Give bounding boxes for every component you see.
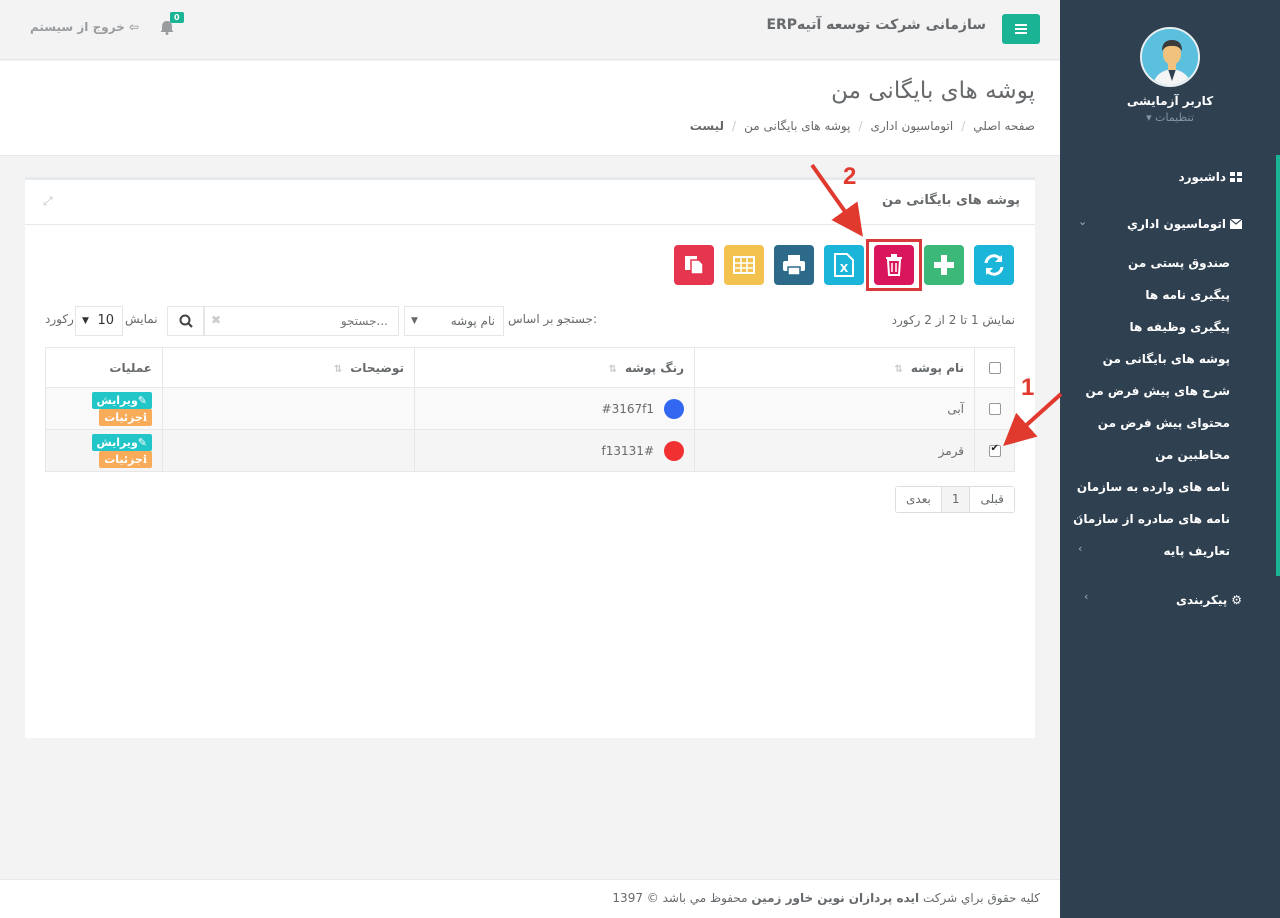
footer: کلیه حقوق براي شرکت ایده پردازان نوین خا… xyxy=(0,879,1060,918)
annotation-number-1: 1 xyxy=(1021,374,1035,401)
annotation-overlay xyxy=(810,163,1063,447)
footer-company: ایده پردازان نوین خاور زمین xyxy=(751,891,920,905)
annotation-number-2: 2 xyxy=(843,163,857,190)
annotation-arrow-1 xyxy=(1003,392,1063,447)
footer-prefix: کلیه حقوق براي شرکت xyxy=(922,891,1040,905)
footer-suffix: محفوظ مي باشد © 1397 xyxy=(612,891,748,905)
footer-copyright: کلیه حقوق براي شرکت ایده پردازان نوین خا… xyxy=(612,891,1040,905)
